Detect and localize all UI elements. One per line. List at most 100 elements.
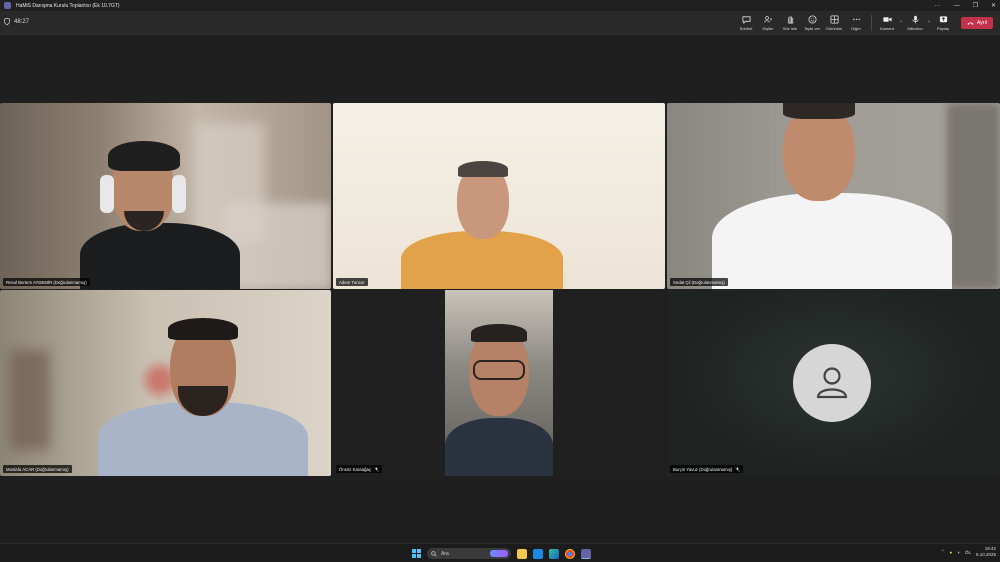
more-icon [852,18,860,21]
raise-hand-button[interactable]: Söz iste [779,13,801,33]
muted-microphone-icon [374,466,379,472]
minimize-icon[interactable]: — [954,3,960,9]
tray-chevron-icon[interactable]: ⌃ [941,549,945,555]
participant-body [712,193,952,289]
participant-body [445,418,553,476]
react-label: Tepki ver [803,26,820,31]
tray-status-icon[interactable]: ● [950,550,953,555]
share-icon [939,16,947,23]
teams-taskbar-icon[interactable] [581,548,591,559]
participant-name: Mustafa ACAR (Doğrulanmamış) [6,466,69,472]
video-tile-5[interactable]: Önsöz Karaağaç [333,290,665,476]
windows-taskbar: Ara ⌃ ● ◖ ÖL 19:42 6.10.2025 [0,543,1000,562]
camera-button[interactable]: Kamera [876,13,898,33]
participant-hair [168,318,238,340]
taskbar-clock[interactable]: 19:42 6.10.2025 [976,546,996,558]
participant-name: Burçin Yavuz (Doğrulanmamış) [673,466,733,472]
clock-date: 6.10.2025 [975,552,996,557]
chat-label: Sohbet [739,26,753,31]
taskbar-search[interactable]: Ara [427,548,511,559]
muted-microphone-icon [735,466,740,472]
people-icon: 6 [763,16,772,23]
default-avatar-icon [816,367,848,399]
participant-hair [458,161,508,177]
headphone-right-icon [172,175,186,213]
search-highlight-image [490,550,508,557]
video-tile-2[interactable]: Adem Tuncer [333,103,665,289]
camera-label: Kamera [879,26,894,31]
view-label: Görünüm [825,26,843,31]
portrait-video [445,290,553,476]
edge-icon[interactable] [549,548,559,559]
participant-name-tag: Önsöz Karaağaç [336,465,383,473]
people-button[interactable]: 6 Kişiler [757,13,779,33]
meeting-actions: Sohbet 6 Kişiler Söz iste Tepki ver Görü… [735,13,954,33]
participant-name-tag: Resul Bertem AYDEMİR (Doğrulanmamış) [3,278,90,286]
participant-name-tag: Sedat Çil (Doğrulanmamış) [670,278,728,286]
participant-name-tag: Burçin Yavuz (Doğrulanmamış) [670,465,744,473]
video-tile-4[interactable]: Mustafa ACAR (Doğrulanmamış) [0,290,331,476]
people-label: Kişiler [762,26,774,31]
participant-hair [471,324,527,342]
background-wall [947,103,1000,289]
react-button[interactable]: Tepki ver [801,13,823,33]
timer-text: 48:27 [14,18,30,25]
shield-icon [4,18,10,25]
participant-name: Adem Tuncer [339,279,365,285]
more-label: Diğer [851,26,861,31]
video-tile-6[interactable]: Burçin Yavuz (Doğrulanmamış) [667,290,1000,476]
people-count: 6 [770,17,772,21]
window-title: HaMiS Danışma Kurulu Toplantısı (Ek 10.7… [16,2,120,9]
restore-icon[interactable]: ❐ [973,2,978,9]
glasses-icon [473,360,525,380]
background-shelf [10,350,50,450]
chat-icon [741,16,751,24]
outlook-icon[interactable] [533,548,543,559]
participant-name: Önsöz Karaağaç [339,466,372,472]
phone-hangup-icon [967,22,974,25]
chat-button[interactable]: Sohbet [735,13,757,33]
share-label: Paylaş [936,26,949,31]
participant-name-tag: Mustafa ACAR (Doğrulanmamış) [3,465,72,473]
participant-name: Resul Bertem AYDEMİR (Doğrulanmamış) [6,279,87,285]
share-button[interactable]: Paylaş [932,13,954,33]
raise-hand-icon [787,15,793,24]
volume-icon[interactable]: ◖ [957,550,960,555]
avatar [793,344,871,422]
microphone-icon [911,15,919,24]
participant-hair [108,141,180,171]
file-explorer-icon[interactable] [517,548,527,559]
participant-hair [783,103,855,119]
chrome-icon[interactable] [565,548,575,559]
leave-label: Ayrıl [977,20,987,26]
video-tile-1[interactable]: Resul Bertem AYDEMİR (Doğrulanmamış) [0,103,331,289]
raise-hand-label: Söz iste [782,26,798,31]
close-window-icon[interactable]: ✕ [991,2,996,9]
system-tray: ⌃ ● ◖ ÖL 19:42 6.10.2025 [941,546,996,558]
view-icon [829,15,839,24]
view-button[interactable]: Görünüm [823,13,845,33]
search-placeholder: Ara [441,550,449,557]
microphone-button[interactable]: Mikrofon [904,13,926,33]
window-more-icon[interactable]: ··· [935,3,941,9]
background-bed [225,203,331,289]
windows-start-icon[interactable] [412,549,421,558]
participant-name-tag: Adem Tuncer [336,278,368,286]
video-tile-3[interactable]: Sedat Çil (Doğrulanmamış) [667,103,1000,289]
meeting-timer: 48:27 [4,18,29,25]
more-button[interactable]: Diğer [845,13,867,33]
headphone-left-icon [100,175,114,213]
participant-body [80,223,240,289]
microphone-label: Mikrofon [907,26,923,31]
search-icon [431,550,437,557]
camera-icon [882,17,892,22]
toolbar-divider [871,15,872,31]
teams-app-icon [4,2,11,9]
participant-name: Sedat Çil (Doğrulanmamış) [673,279,725,285]
leave-button[interactable]: Ayrıl [961,17,993,29]
participant-body [401,231,563,289]
emoji-icon [807,15,817,24]
input-language[interactable]: ÖL [965,550,971,555]
meeting-toolbar: 48:27 Sohbet 6 Kişiler Söz iste Tepki ve… [0,11,1000,35]
window-title-bar: HaMiS Danışma Kurulu Toplantısı (Ek 10.7… [0,0,1000,11]
